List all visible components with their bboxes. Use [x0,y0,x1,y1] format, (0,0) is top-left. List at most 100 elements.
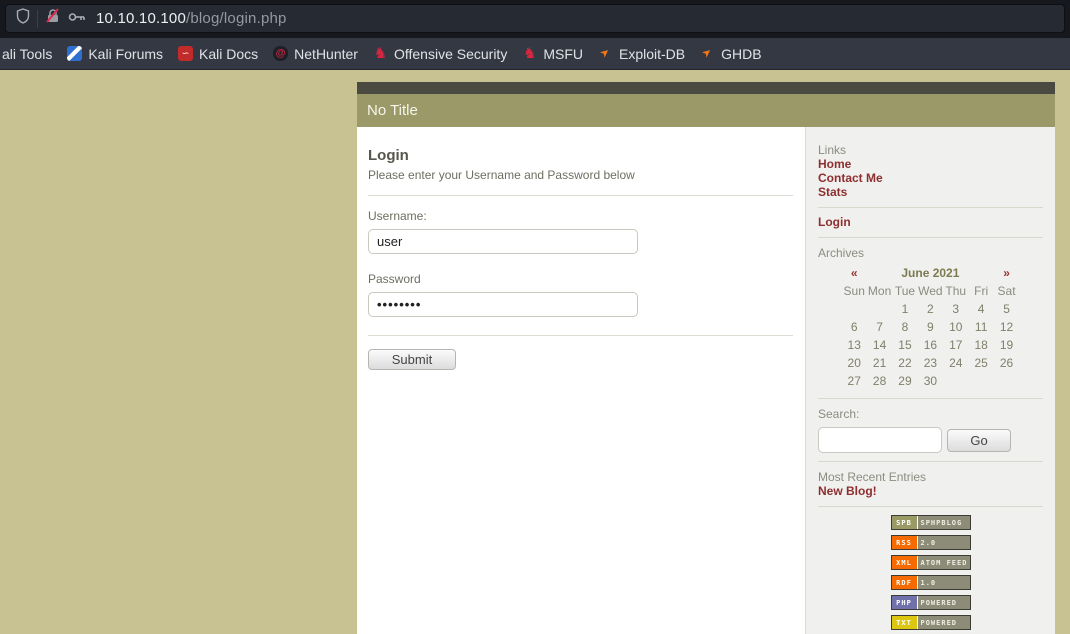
password-input[interactable] [368,292,638,317]
sidebar-link[interactable]: Stats [818,186,1043,199]
calendar-day: 29 [892,374,917,388]
shield-icon[interactable] [16,8,30,29]
badge-label-right: SPHPBLOG [918,516,970,529]
badge-label-left: RSS [892,536,918,549]
browser-url-row: 10.10.10.100/blog/login.php [0,0,1070,38]
calendar-day-name: Sat [994,284,1019,298]
calendar-prev-button[interactable]: « [842,266,867,280]
calendar-day: 24 [943,356,968,370]
feed-badge[interactable]: PHP POWERED [891,595,971,610]
recent-entries-title: Most Recent Entries [818,470,1043,484]
recent-entry-link[interactable]: New Blog! [818,485,1043,498]
login-heading: Login [368,147,793,164]
calendar-day-name: Wed [918,284,943,298]
calendar-day: 7 [867,320,892,334]
badge-label-left: TXT [892,616,918,629]
calendar-day: 9 [918,320,943,334]
calendar-day: 14 [867,338,892,352]
divider [818,237,1043,238]
url-bar[interactable]: 10.10.10.100/blog/login.php [5,4,1065,33]
calendar-day: 17 [943,338,968,352]
calendar-day: 10 [943,320,968,334]
calendar-day: 22 [892,356,917,370]
calendar-day: 2 [918,302,943,316]
feed-badge[interactable]: TXT POWERED [891,615,971,630]
calendar-day: 3 [943,302,968,316]
header-top-strip [357,82,1055,94]
feed-badge[interactable]: SPB SPHPBLOG [891,515,971,530]
badge-label-right: POWERED [918,616,970,629]
calendar-day: 19 [994,338,1019,352]
calendar-day: 4 [968,302,993,316]
bookmark-label: Kali Docs [199,46,258,62]
divider [818,506,1043,507]
login-panel: Login Please enter your Username and Pas… [357,127,805,634]
kali-forums-icon [67,46,82,61]
calendar-day: 21 [867,356,892,370]
feed-badge[interactable]: RDF 1.0 [891,575,971,590]
calendar-week-row: 1 2 3 4 5 [842,300,1020,318]
archives-title: Archives [818,246,1043,260]
login-subheading: Please enter your Username and Password … [368,168,793,182]
calendar: « June 2021 » SunMonTueWedThuFriSat [842,264,1020,390]
sidebar: Links HomeContact MeStats Login Archives… [805,127,1055,634]
calendar-week-row: 13 14 15 16 17 18 19 [842,336,1020,354]
links-title: Links [818,143,1043,157]
bookmark-label: NetHunter [294,46,358,62]
bookmark-exploit-db[interactable]: ➤ Exploit-DB [598,46,685,62]
calendar-day-name: Thu [943,284,968,298]
bookmark-nethunter[interactable]: @ NetHunter [273,46,358,62]
sidebar-link[interactable]: Contact Me [818,172,1043,185]
url-text[interactable]: 10.10.10.100/blog/login.php [96,10,287,27]
url-path: /blog/login.php [186,10,287,27]
bookmark-label: Exploit-DB [619,46,685,62]
bookmark-label: Offensive Security [394,46,507,62]
bookmark-ghdb[interactable]: ➤ GHDB [700,46,761,62]
exploit-db-icon: ➤ [595,43,616,64]
badge-label-right: ATOM FEED [918,556,970,569]
calendar-day: 18 [968,338,993,352]
calendar-week-row: 20 21 22 23 24 25 26 [842,354,1020,372]
divider [818,398,1043,399]
calendar-day: 15 [892,338,917,352]
feed-badge[interactable]: XML ATOM FEED [891,555,971,570]
url-host: 10.10.10.100 [96,10,186,27]
calendar-day: 23 [918,356,943,370]
blog-container: No Title Login Please enter your Usernam… [357,82,1055,634]
bookmark-kali-tools[interactable]: ali Tools [2,46,52,62]
sidebar-link-login[interactable]: Login [818,216,1043,229]
calendar-week-row: 6 7 8 9 10 11 12 [842,318,1020,336]
bookmark-label: ali Tools [2,46,52,62]
badge-label-right: 2.0 [918,536,970,549]
calendar-next-button[interactable]: » [994,266,1019,280]
badge-label-left: SPB [892,516,918,529]
search-label: Search: [818,407,1043,421]
divider [368,195,793,196]
submit-button[interactable]: Submit [368,349,456,370]
key-icon[interactable] [68,10,86,28]
offensive-security-icon: ♞ [373,46,388,61]
go-button[interactable]: Go [947,429,1011,452]
username-input[interactable] [368,229,638,254]
calendar-day: 11 [968,320,993,334]
calendar-day: 1 [892,302,917,316]
links-list: HomeContact MeStats [818,158,1043,199]
bookmark-msfu[interactable]: ♞ MSFU [522,46,583,62]
feed-badge[interactable]: RSS 2.0 [891,535,971,550]
bookmark-kali-docs[interactable]: ∽ Kali Docs [178,46,258,62]
calendar-day: 27 [842,374,867,388]
search-input[interactable] [818,427,942,453]
badge-label-right: POWERED [918,596,970,609]
calendar-day: 8 [892,320,917,334]
kali-docs-icon: ∽ [178,46,193,61]
url-divider [37,10,38,28]
nethunter-icon: @ [273,46,288,61]
calendar-day: 5 [994,302,1019,316]
calendar-day-name: Sun [842,284,867,298]
calendar-day-name: Tue [892,284,917,298]
calendar-day: 26 [994,356,1019,370]
insecure-lock-icon[interactable] [45,8,61,29]
bookmark-kali-forums[interactable]: Kali Forums [67,46,163,62]
sidebar-link[interactable]: Home [818,158,1043,171]
bookmark-offensive-security[interactable]: ♞ Offensive Security [373,46,507,62]
